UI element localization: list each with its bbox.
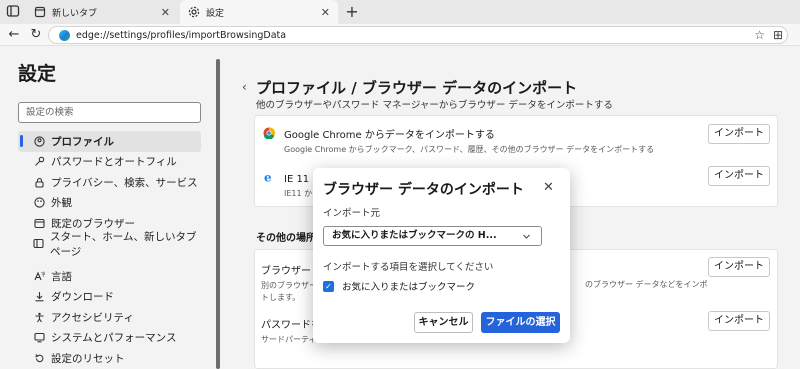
- sidebar-item-label: システムとパフォーマンス: [51, 332, 177, 345]
- sidebar-item-passwords[interactable]: パスワードとオートフィル: [18, 152, 208, 173]
- dialog-title: ブラウザー データのインポート: [323, 182, 524, 198]
- star-icon[interactable]: ☆: [754, 28, 765, 42]
- settings-nav: プロファイル パスワードとオートフィル プライバシー、検索、サービス 外観 既定…: [18, 131, 208, 369]
- page-title: プロファイル / ブラウザー データのインポート: [256, 79, 578, 97]
- sidebar-item-reset[interactable]: 設定のリセット: [18, 348, 208, 369]
- address-text: edge://settings/profiles/importBrowsingD…: [76, 29, 287, 41]
- chevron-down-icon: [522, 227, 531, 248]
- ie-import-button[interactable]: インポート: [708, 166, 770, 186]
- browser-data-import-button[interactable]: インポート: [708, 257, 770, 277]
- sidebar-item-privacy[interactable]: プライバシー、検索、サービス: [18, 172, 208, 193]
- back-arrow-icon[interactable]: ←: [6, 27, 22, 43]
- close-tab-icon[interactable]: ✕: [161, 6, 170, 19]
- page-subtitle: 他のブラウザーやパスワード マネージャーからブラウザー データをインポートする: [256, 100, 613, 111]
- sidebar-item-label: アクセシビリティ: [51, 311, 134, 324]
- new-tab-button[interactable]: +: [342, 2, 362, 22]
- favorites-icon[interactable]: ⊞: [773, 28, 783, 42]
- back-chevron-icon[interactable]: ‹: [242, 80, 247, 94]
- profile-icon: [33, 135, 45, 147]
- address-bar[interactable]: edge://settings/profiles/importBrowsingD…: [48, 26, 788, 44]
- favorites-checkbox-row[interactable]: ✓ お気に入りまたはブックマーク: [323, 279, 475, 293]
- language-icon: 字: [33, 270, 45, 282]
- choose-file-button[interactable]: ファイルの選択: [481, 312, 560, 333]
- download-icon: [33, 291, 45, 303]
- import-source-label: インポート元: [323, 208, 381, 219]
- chrome-import-desc: Google Chrome からブックマーク、パスワード、履歴、その他のブラウザ…: [284, 145, 655, 154]
- tab-strip: 新しいタブ ✕ 設定 ✕ +: [0, 0, 800, 24]
- appearance-icon: [33, 197, 45, 209]
- lock-icon: [33, 176, 45, 188]
- import-dialog: ブラウザー データのインポート ✕ インポート元 お気に入りまたはブックマークの…: [313, 168, 570, 343]
- browser-icon: [33, 217, 45, 229]
- sidebar-item-appearance[interactable]: 外観: [18, 193, 208, 214]
- sidebar-item-accessibility[interactable]: アクセシビリティ: [18, 307, 208, 328]
- tab-settings[interactable]: 設定 ✕: [180, 0, 338, 24]
- edge-logo-icon: [59, 29, 70, 41]
- sidebar-item-label: 言語: [51, 270, 72, 283]
- sidebar-item-label: プライバシー、検索、サービス: [51, 176, 198, 189]
- page-icon: [34, 6, 46, 18]
- tab-label: 設定: [206, 8, 225, 19]
- password-import-button[interactable]: インポート: [708, 311, 770, 331]
- home-icon: [33, 238, 44, 250]
- sidebar-item-profile[interactable]: プロファイル: [18, 131, 201, 152]
- refresh-icon[interactable]: ↻: [28, 27, 44, 43]
- favorites-checkbox-label: お気に入りまたはブックマーク: [342, 282, 476, 293]
- sidebar-item-downloads[interactable]: ダウンロード: [18, 287, 208, 308]
- sidebar-item-label: パスワードとオートフィル: [51, 156, 177, 169]
- close-tab-icon[interactable]: ✕: [321, 6, 330, 19]
- chrome-import-row: Google Chrome からデータをインポートする Google Chrom…: [263, 126, 654, 155]
- import-source-value: お気に入りまたはブックマークの H...: [332, 230, 497, 241]
- password-title: パスワードを: [261, 320, 321, 331]
- reset-icon: [33, 352, 45, 364]
- sidebar-item-language[interactable]: 字 言語: [18, 266, 208, 287]
- svg-text:字: 字: [41, 271, 45, 278]
- chrome-import-title: Google Chrome からデータをインポートする: [284, 130, 495, 141]
- tab-actions-icon[interactable]: [6, 4, 22, 20]
- ie-logo-icon: e: [263, 171, 275, 185]
- import-source-select[interactable]: お気に入りまたはブックマークの H...: [323, 226, 542, 246]
- cancel-button[interactable]: キャンセル: [414, 312, 473, 333]
- browser-data-desc-right: のブラウザー データなどをインポ: [585, 280, 708, 289]
- password-row: パスワードを サードパーティ: [261, 316, 321, 345]
- system-icon: [33, 332, 45, 344]
- import-items-label: インポートする項目を選択してください: [323, 262, 494, 273]
- key-icon: [33, 156, 45, 168]
- sidebar-item-label: 設定のリセット: [51, 352, 125, 365]
- sidebar-item-start-home[interactable]: スタート、ホーム、新しいタブ ページ: [18, 231, 208, 258]
- sidebar-scrollbar[interactable]: [216, 59, 220, 369]
- tab-label: 新しいタブ: [52, 8, 98, 19]
- gear-icon: [188, 6, 200, 18]
- chrome-logo-icon: [263, 127, 275, 140]
- settings-title: 設定: [18, 63, 57, 85]
- settings-search-input[interactable]: 設定の検索: [18, 102, 201, 123]
- checkbox-checked-icon[interactable]: ✓: [323, 280, 334, 292]
- chrome-import-button[interactable]: インポート: [708, 124, 770, 144]
- sidebar-item-label: プロファイル: [51, 135, 114, 148]
- settings-sidebar: 設定 設定の検索 プロファイル パスワードとオートフィル プライバシー、検索、サ…: [0, 47, 222, 369]
- tab-new-tab[interactable]: 新しいタブ ✕: [26, 0, 178, 24]
- navigation-bar: ← ↻ edge://settings/profiles/importBrows…: [0, 24, 800, 46]
- accessibility-icon: [33, 311, 45, 323]
- close-icon[interactable]: ✕: [543, 180, 554, 195]
- sidebar-item-label: 外観: [51, 197, 72, 210]
- password-desc: サードパーティ: [261, 335, 317, 344]
- sidebar-item-label: ダウンロード: [51, 291, 114, 304]
- sidebar-item-label: スタート、ホーム、新しいタブ ページ: [50, 230, 197, 258]
- sidebar-item-system[interactable]: システムとパフォーマンス: [18, 328, 208, 349]
- svg-text:e: e: [264, 171, 272, 183]
